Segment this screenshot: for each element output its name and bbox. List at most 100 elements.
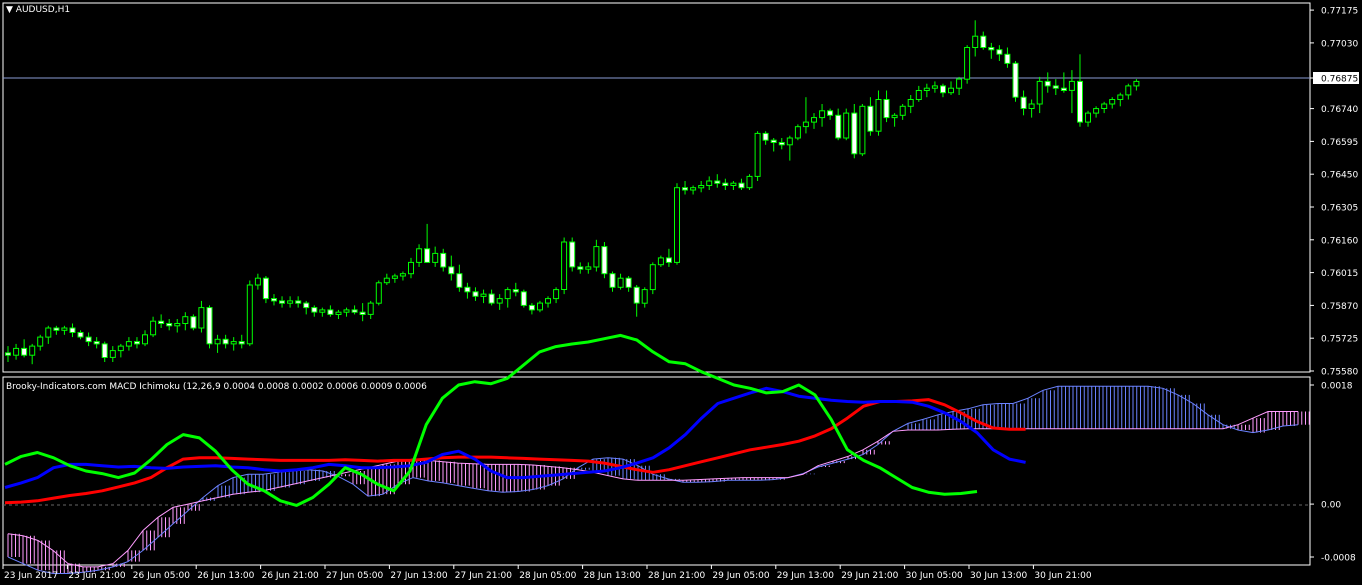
- price-tick-label: 0.75725: [1321, 335, 1358, 345]
- bull-candle: [319, 309, 326, 313]
- bear-candle: [577, 266, 584, 270]
- bear-candle: [883, 99, 890, 119]
- bull-candle: [117, 345, 124, 352]
- bull-candle: [45, 327, 52, 338]
- bear-candle: [85, 336, 92, 343]
- bear-candle: [714, 180, 721, 184]
- bull-candle: [125, 341, 132, 347]
- bull-candle: [698, 185, 705, 189]
- price-axis: 0.77175 0.77030 0.76740 0.76595 0.76450 0.763…: [1310, 7, 1358, 378]
- bear-candle: [835, 114, 842, 139]
- price-tick-label: 0.75870: [1321, 302, 1358, 312]
- bull-candle: [657, 257, 664, 266]
- bear-candle: [512, 289, 519, 293]
- time-tick-label: 27 Jun 13:00: [390, 571, 447, 581]
- bear-candle: [601, 246, 608, 275]
- time-tick-label: 26 Jun 21:00: [262, 571, 319, 581]
- bear-candle: [827, 110, 834, 116]
- bull-candle: [214, 338, 221, 345]
- bear-candle: [262, 277, 269, 300]
- bear-candle: [448, 266, 455, 275]
- bear-candle: [1020, 96, 1027, 109]
- bear-candle: [158, 320, 165, 325]
- time-tick-label: 30 Jun 13:00: [970, 571, 1027, 581]
- price-tick-label: 0.77030: [1321, 39, 1358, 49]
- bear-candle: [327, 309, 334, 315]
- indicator-title: Brooky-Indicators.com MACD Ichimoku (12,…: [6, 382, 427, 393]
- time-tick-label: 26 Jun 05:00: [133, 571, 190, 581]
- bull-candle: [891, 114, 898, 119]
- dropdown-triangle-icon[interactable]: ▼: [6, 5, 13, 15]
- bull-candle: [399, 273, 406, 277]
- bull-candle: [1068, 80, 1075, 91]
- price-tick-label: 0.76595: [1321, 138, 1358, 148]
- price-tick-label: 0.76740: [1321, 105, 1358, 115]
- bull-candle: [1109, 99, 1116, 105]
- bull-candle: [504, 289, 511, 300]
- bear-candle: [528, 304, 535, 311]
- bull-candle: [416, 248, 423, 263]
- bull-candle: [343, 309, 350, 313]
- current-price-label: 0.76875: [1321, 75, 1358, 85]
- time-tick-label: 30 Jun 05:00: [906, 571, 963, 581]
- bear-candle: [1060, 87, 1067, 91]
- bear-candle: [1012, 62, 1019, 98]
- time-tick-label: 27 Jun 05:00: [326, 571, 383, 581]
- bear-candle: [134, 341, 140, 345]
- bear-candle: [101, 343, 108, 358]
- bull-candle: [1133, 80, 1140, 87]
- bull-candle: [956, 78, 963, 89]
- bull-candle: [142, 334, 148, 345]
- time-tick-label: 29 Jun 21:00: [841, 571, 898, 581]
- bull-candle: [545, 298, 551, 304]
- bear-candle: [1077, 80, 1083, 123]
- bull-candle: [923, 87, 930, 91]
- bull-candle: [367, 302, 374, 315]
- bear-candle: [424, 248, 431, 263]
- bear-candle: [625, 277, 632, 288]
- price-tick-label: 0.77175: [1321, 7, 1358, 17]
- bull-candle: [1093, 108, 1100, 114]
- bear-candle: [520, 291, 527, 306]
- price-tick-label: 0.76305: [1321, 204, 1358, 214]
- bull-candle: [593, 246, 600, 268]
- bear-candle: [271, 298, 277, 302]
- bear-candle: [778, 142, 785, 146]
- bull-candle: [811, 117, 817, 123]
- price-tick-label: 0.76160: [1321, 236, 1358, 246]
- bull-candle: [335, 311, 342, 316]
- bull-candle: [13, 347, 20, 356]
- bear-candle: [988, 47, 995, 51]
- bull-candle: [931, 85, 938, 89]
- time-tick-label: 29 Jun 13:00: [777, 571, 834, 581]
- bear-candle: [238, 341, 245, 345]
- bear-candle: [279, 300, 285, 304]
- bear-candle: [456, 273, 463, 288]
- bull-candle: [182, 316, 189, 325]
- bear-candle: [1004, 53, 1011, 64]
- time-tick-label: 29 Jun 05:00: [712, 571, 769, 581]
- indicator-tick-label: 0.0018: [1321, 382, 1353, 392]
- bear-candle: [311, 307, 318, 313]
- bull-candle: [786, 137, 793, 146]
- bull-candle: [254, 277, 261, 286]
- bull-candle: [585, 266, 592, 270]
- bull-candle: [1085, 112, 1091, 123]
- macd-lines: [4, 333, 1026, 507]
- bull-candle: [859, 105, 866, 155]
- time-tick-label: 30 Jun 21:00: [1034, 571, 1091, 581]
- bear-candle: [996, 49, 1003, 55]
- bear-candle: [190, 316, 197, 329]
- indicator-axis: 0.0018 0.00 -0.0008: [1310, 382, 1356, 564]
- bear-candle: [738, 182, 745, 189]
- bear-candle: [166, 323, 173, 327]
- price-tick-label: 0.75580: [1321, 368, 1358, 378]
- bear-candle: [762, 132, 769, 141]
- bull-candle: [150, 320, 157, 336]
- bear-candle: [569, 241, 576, 268]
- bull-candle: [1036, 80, 1043, 105]
- bear-candle: [303, 302, 310, 309]
- candles-group: [5, 20, 1140, 365]
- bull-candle: [37, 336, 44, 347]
- bull-candle: [802, 121, 809, 128]
